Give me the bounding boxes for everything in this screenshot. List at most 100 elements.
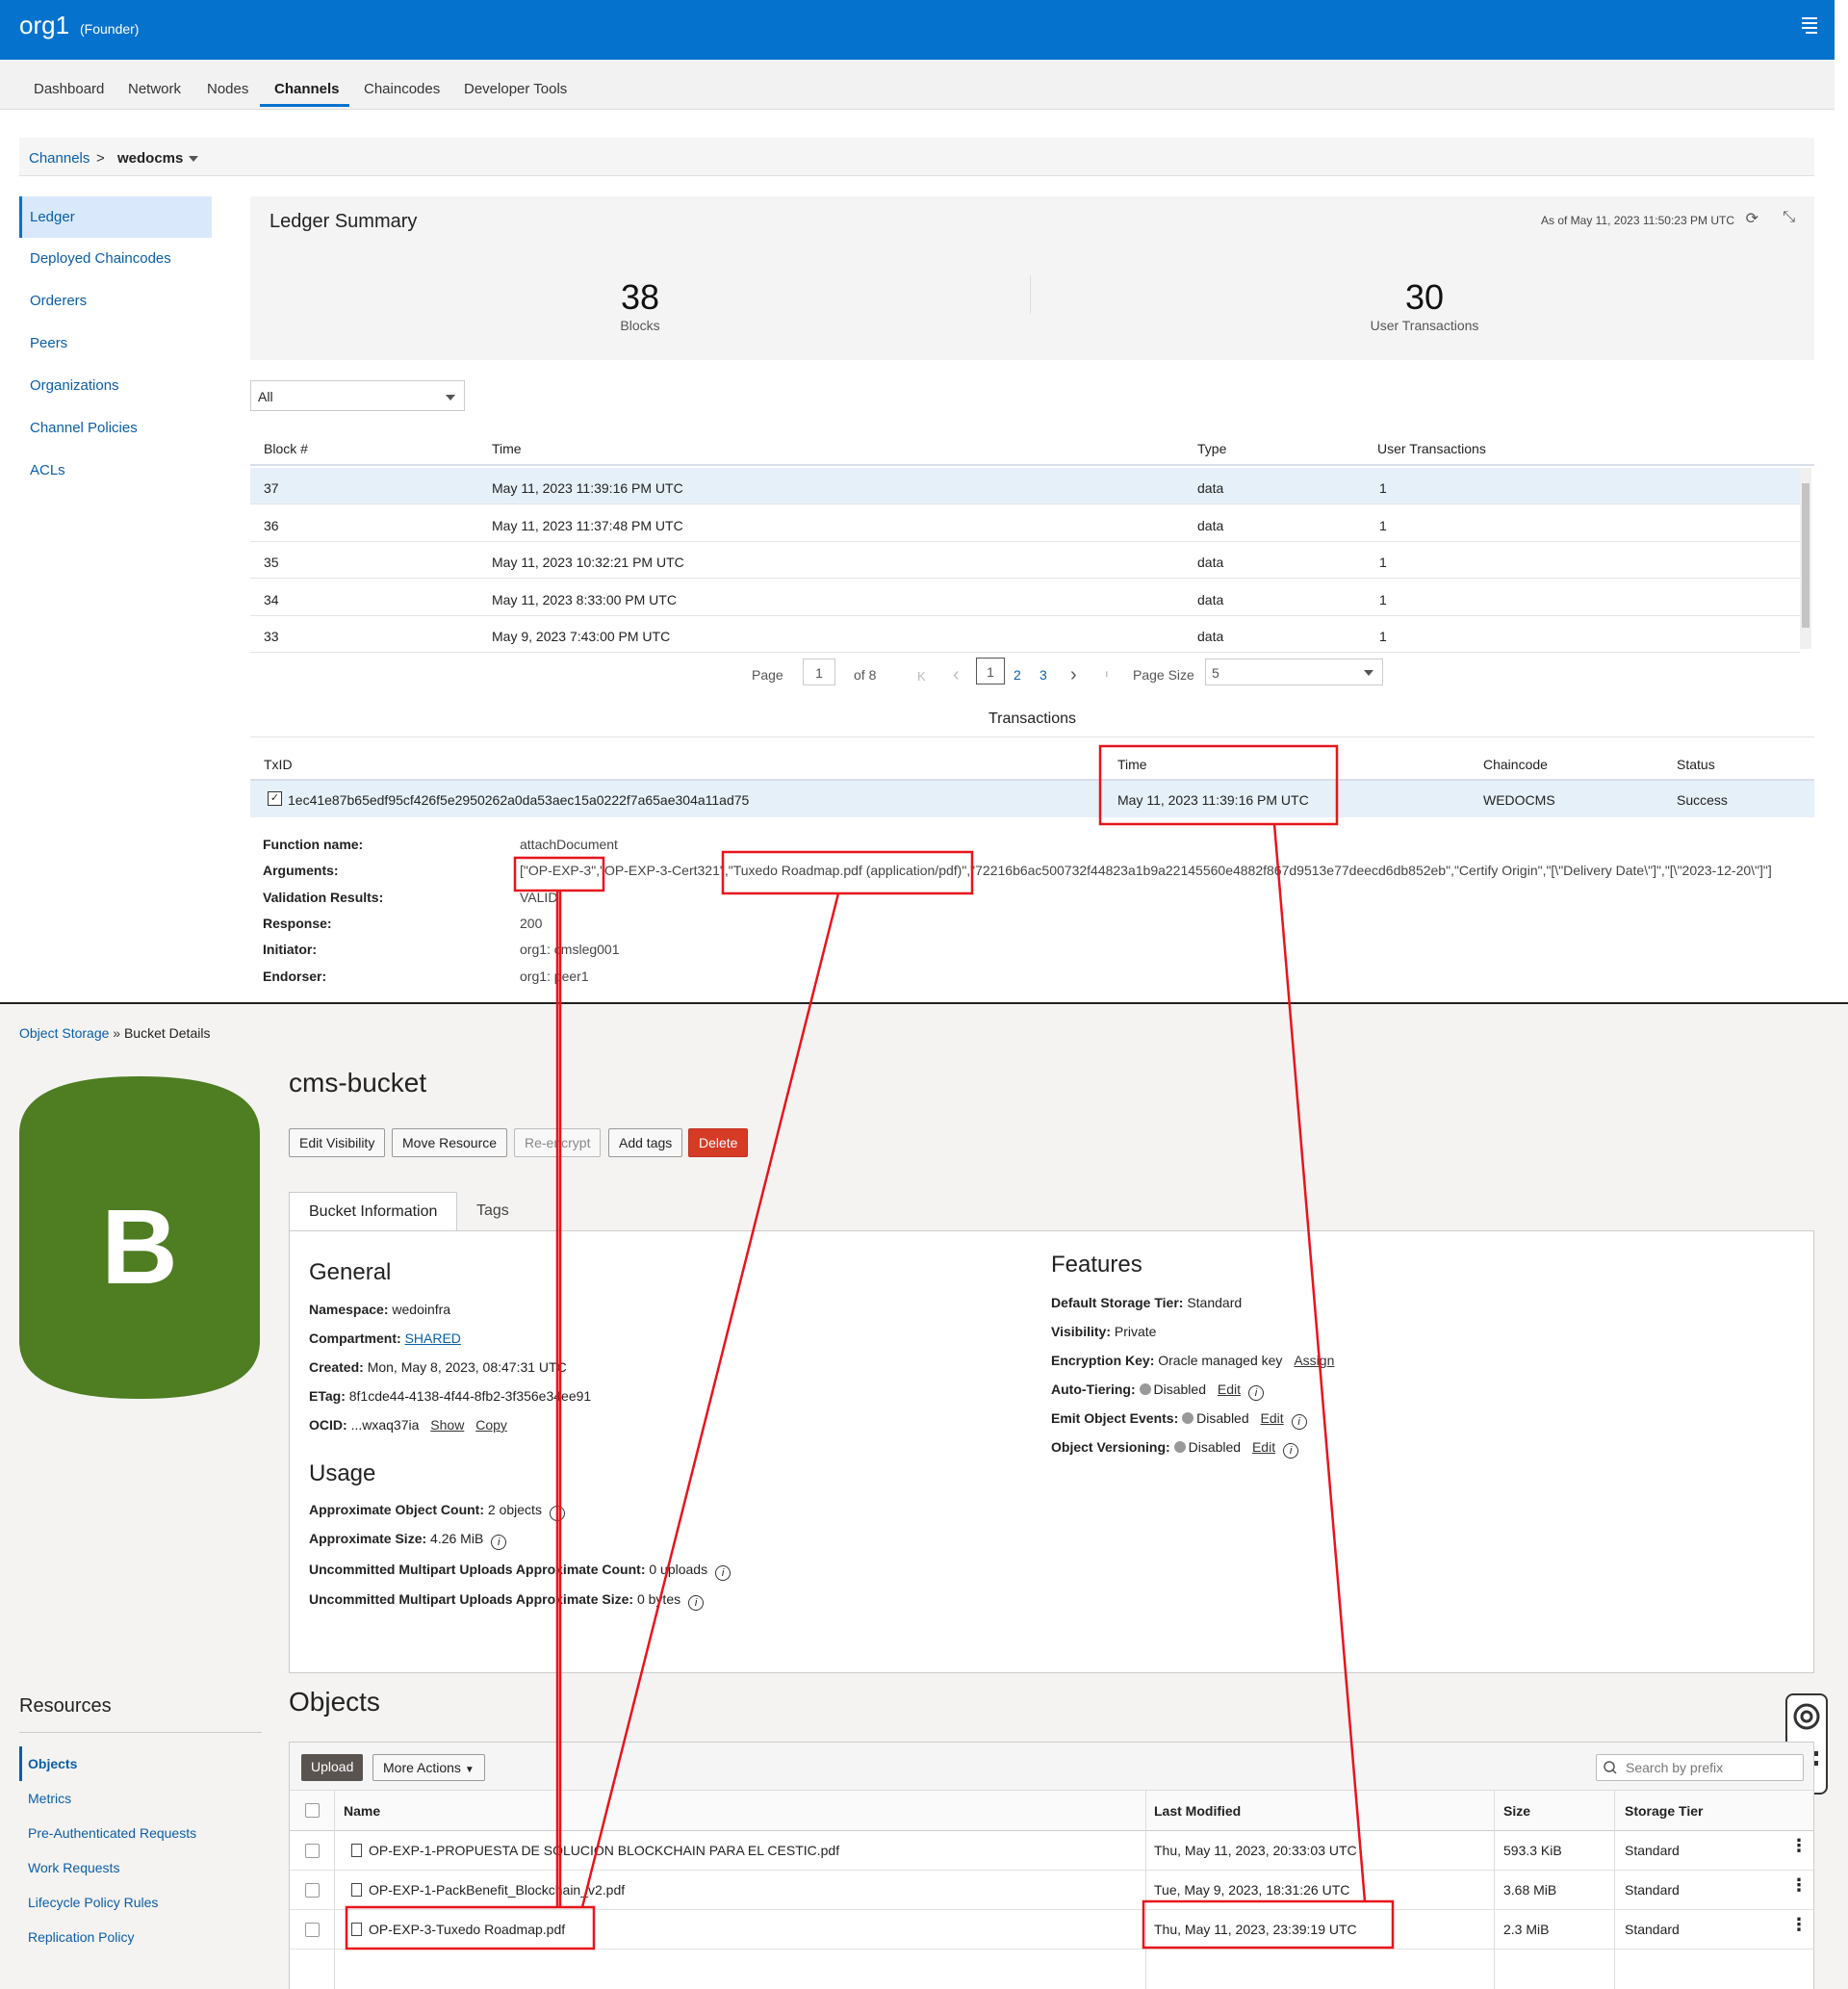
chevron-down-icon[interactable] xyxy=(189,156,198,162)
table-row[interactable]: 37 May 11, 2023 11:39:16 PM UTC data 1 xyxy=(250,468,1800,504)
resource-item-lifecycle-rules[interactable]: Lifecycle Policy Rules xyxy=(19,1885,262,1920)
add-tags-button[interactable]: Add tags xyxy=(608,1128,683,1157)
re-encrypt-button[interactable]: Re-encrypt xyxy=(514,1128,602,1157)
col-last-modified[interactable]: Last Modified xyxy=(1154,1803,1241,1819)
page-size-select[interactable]: 5 xyxy=(1205,659,1383,685)
table-row[interactable]: OP-EXP-3-Tuxedo Roadmap.pdf Thu, May 11, … xyxy=(290,1910,1813,1950)
info-icon[interactable]: i xyxy=(549,1506,565,1521)
info-icon[interactable]: i xyxy=(688,1595,705,1611)
info-icon[interactable]: i xyxy=(1248,1385,1265,1401)
block-user-tx: 1 xyxy=(1379,555,1387,570)
tab-dashboard[interactable]: Dashboard xyxy=(34,81,104,97)
col-size[interactable]: Size xyxy=(1503,1803,1530,1819)
col-status[interactable]: Status xyxy=(1677,757,1715,772)
col-tx-time[interactable]: Time xyxy=(1117,757,1147,772)
kebab-menu-icon[interactable]: ⋮ xyxy=(1790,1916,1808,1933)
tab-nodes[interactable]: Nodes xyxy=(207,81,248,97)
more-actions-button[interactable]: More Actions ▼ xyxy=(372,1754,485,1781)
object-name[interactable]: OP-EXP-1-PackBenefit_Blockchain_v2.pdf xyxy=(369,1882,625,1898)
resource-item-preauth-requests[interactable]: Pre-Authenticated Requests xyxy=(19,1816,262,1850)
last-page-icon[interactable]: ᛌ xyxy=(1103,669,1111,684)
move-resource-button[interactable]: Move Resource xyxy=(392,1128,508,1157)
ocid-show-link[interactable]: Show xyxy=(430,1417,464,1433)
resource-item-metrics[interactable]: Metrics xyxy=(19,1781,262,1816)
col-txid[interactable]: TxID xyxy=(264,757,293,772)
assign-key-link[interactable]: Assign xyxy=(1294,1353,1334,1368)
info-icon[interactable]: i xyxy=(715,1565,732,1581)
edit-versioning-link[interactable]: Edit xyxy=(1252,1439,1275,1455)
page-2-button[interactable]: 2 xyxy=(1014,667,1021,683)
sidebar-item-organizations[interactable]: Organizations xyxy=(19,365,212,407)
compartment-link[interactable]: SHARED xyxy=(405,1330,461,1346)
block-time: May 11, 2023 8:33:00 PM UTC xyxy=(492,591,677,607)
row-checkbox[interactable] xyxy=(305,1844,320,1858)
breadcrumb-object-storage[interactable]: Object Storage xyxy=(19,1025,109,1041)
tab-tags[interactable]: Tags xyxy=(457,1192,528,1231)
info-icon[interactable]: i xyxy=(1291,1414,1307,1430)
upload-button[interactable]: Upload xyxy=(301,1754,364,1781)
channel-sidebar: Ledger Deployed Chaincodes Orderers Peer… xyxy=(19,196,212,492)
transaction-row[interactable]: ✓ 1ec41e87b65edf95cf426f5e2950262a0da53a… xyxy=(250,781,1814,817)
edit-visibility-button[interactable]: Edit Visibility xyxy=(289,1128,386,1157)
col-type[interactable]: Type xyxy=(1197,441,1226,456)
prev-page-icon[interactable]: ‹ xyxy=(953,664,960,686)
collapse-icon[interactable]: ⤡ xyxy=(1783,209,1795,226)
table-row[interactable]: 34 May 11, 2023 8:33:00 PM UTC data 1 xyxy=(250,580,1800,616)
table-row[interactable]: 35 May 11, 2023 10:32:21 PM UTC data 1 xyxy=(250,542,1800,579)
search-placeholder: Search by prefix xyxy=(1626,1760,1724,1775)
search-input[interactable]: Search by prefix xyxy=(1596,1754,1804,1781)
table-row[interactable]: 36 May 11, 2023 11:37:48 PM UTC data 1 xyxy=(250,505,1800,542)
detail-value: attachDocument xyxy=(520,837,618,852)
edit-emit-events-link[interactable]: Edit xyxy=(1261,1410,1284,1426)
table-row[interactable]: OP-EXP-1-PROPUESTA DE SOLUCION BLOCKCHAI… xyxy=(290,1831,1813,1871)
col-chaincode[interactable]: Chaincode xyxy=(1483,757,1548,772)
object-name[interactable]: OP-EXP-1-PROPUESTA DE SOLUCION BLOCKCHAI… xyxy=(369,1843,839,1858)
table-row[interactable]: OP-EXP-1-PackBenefit_Blockchain_v2.pdf Tu… xyxy=(290,1871,1813,1910)
col-storage-tier[interactable]: Storage Tier xyxy=(1625,1803,1703,1819)
block-filter-select[interactable]: All xyxy=(250,380,465,411)
sidebar-item-deployed-chaincodes[interactable]: Deployed Chaincodes xyxy=(19,238,212,280)
info-icon[interactable]: i xyxy=(491,1535,507,1550)
col-name[interactable]: Name xyxy=(344,1803,380,1819)
select-all-checkbox[interactable] xyxy=(305,1803,320,1818)
delete-button[interactable]: Delete xyxy=(688,1128,749,1157)
object-name[interactable]: OP-EXP-3-Tuxedo Roadmap.pdf xyxy=(369,1922,565,1937)
row-checkbox[interactable] xyxy=(305,1923,320,1937)
resource-item-objects[interactable]: Objects xyxy=(19,1746,262,1781)
col-block-number[interactable]: Block # xyxy=(264,441,308,456)
breadcrumb-channels[interactable]: Channels xyxy=(29,150,90,167)
blockchain-console: org1 (Founder) Dashboard Network Nodes C… xyxy=(0,0,1835,1001)
tab-developer-tools[interactable]: Developer Tools xyxy=(464,81,567,97)
kebab-menu-icon[interactable]: ⋮ xyxy=(1790,1876,1808,1894)
expand-checkbox-icon[interactable]: ✓ xyxy=(268,791,282,806)
refresh-icon[interactable]: ⟳ xyxy=(1746,209,1758,228)
info-icon[interactable]: i xyxy=(1283,1443,1299,1459)
col-user-transactions[interactable]: User Transactions xyxy=(1377,441,1486,456)
tab-chaincodes[interactable]: Chaincodes xyxy=(364,81,440,97)
menu-icon[interactable] xyxy=(1802,17,1817,34)
edit-auto-tiering-link[interactable]: Edit xyxy=(1218,1382,1241,1397)
tab-bucket-information[interactable]: Bucket Information xyxy=(289,1192,458,1231)
page-3-button[interactable]: 3 xyxy=(1040,667,1047,683)
tab-channels[interactable]: Channels xyxy=(274,81,340,97)
first-page-icon[interactable]: K xyxy=(917,669,926,684)
row-checkbox[interactable] xyxy=(305,1883,320,1898)
detail-value: 200 xyxy=(520,915,543,931)
sidebar-item-acls[interactable]: ACLs xyxy=(19,450,212,492)
breadcrumb-channel-name[interactable]: wedocms xyxy=(117,150,183,167)
col-time[interactable]: Time xyxy=(492,441,522,456)
table-row[interactable]: 33 May 9, 2023 7:43:00 PM UTC data 1 xyxy=(250,616,1800,653)
ocid-copy-link[interactable]: Copy xyxy=(475,1417,507,1433)
kebab-menu-icon[interactable]: ⋮ xyxy=(1790,1837,1808,1854)
resource-item-work-requests[interactable]: Work Requests xyxy=(19,1850,262,1885)
sidebar-item-channel-policies[interactable]: Channel Policies xyxy=(19,407,212,450)
resource-item-replication-policy[interactable]: Replication Policy xyxy=(19,1920,262,1954)
blocks-scrollbar[interactable] xyxy=(1800,468,1811,649)
sidebar-item-peers[interactable]: Peers xyxy=(19,323,212,365)
sidebar-item-orderers[interactable]: Orderers xyxy=(19,280,212,323)
next-page-icon[interactable]: › xyxy=(1070,664,1077,686)
sidebar-item-ledger[interactable]: Ledger xyxy=(19,196,212,238)
page-input[interactable]: 1 xyxy=(803,659,835,685)
page-1-button[interactable]: 1 xyxy=(976,658,1005,685)
tab-network[interactable]: Network xyxy=(128,81,181,97)
